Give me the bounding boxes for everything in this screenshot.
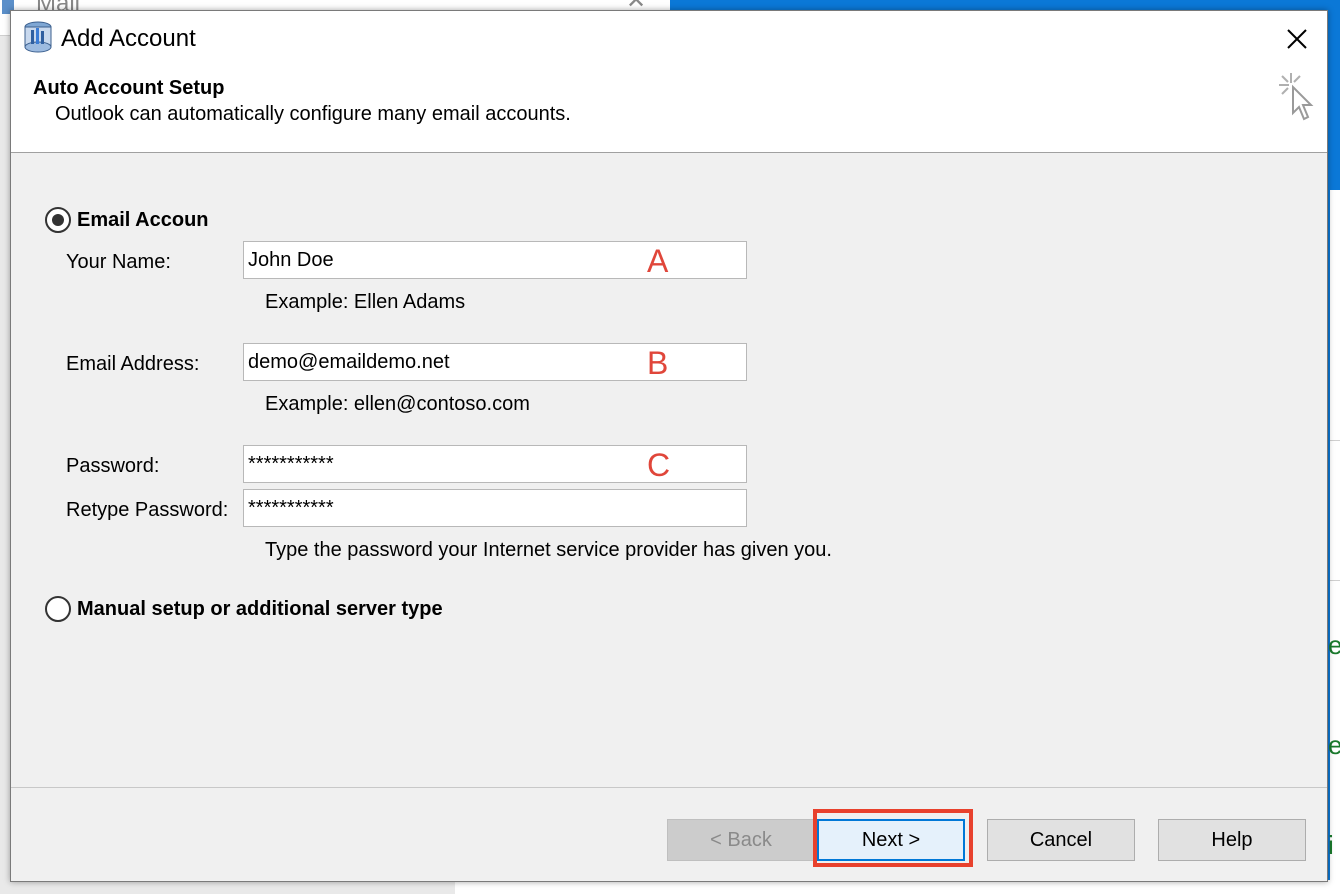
background-right-panel	[1330, 190, 1340, 894]
wizard-cursor-icon	[1279, 73, 1314, 121]
manual-setup-radio[interactable]	[45, 596, 71, 622]
your-name-input[interactable]	[243, 241, 747, 279]
close-icon	[1287, 29, 1307, 49]
background-divider	[1330, 580, 1340, 581]
email-account-label[interactable]: Email Accoun	[77, 209, 209, 232]
background-divider	[1330, 440, 1340, 441]
background-text-fragment: e	[1328, 630, 1340, 660]
annotation-marker-c: C	[647, 447, 671, 483]
password-input[interactable]	[243, 445, 747, 483]
background-text-fragment: i	[1328, 830, 1334, 860]
background-text-fragment: e	[1328, 730, 1340, 760]
section-subtitle: Outlook can automatically configure many…	[55, 103, 571, 125]
your-name-hint: Example: Ellen Adams	[265, 291, 466, 313]
help-button[interactable]: Help	[1158, 819, 1306, 861]
dialog-title: Add Account	[61, 25, 196, 52]
add-account-dialog: Add Account Auto Account Setup Outlook c…	[10, 10, 1328, 882]
section-title: Auto Account Setup	[33, 77, 225, 99]
background-bottom-strip	[455, 880, 1340, 894]
manual-setup-label[interactable]: Manual setup or additional server type	[77, 598, 443, 621]
email-address-hint: Example: ellen@contoso.com	[265, 393, 530, 415]
annotation-marker-a: A	[647, 243, 669, 279]
outlook-account-icon	[24, 21, 52, 53]
password-hint: Type the password your Internet service …	[265, 539, 832, 561]
close-button[interactable]	[1277, 19, 1317, 59]
footer-divider	[11, 787, 1327, 788]
email-address-label: Email Address:	[66, 353, 200, 375]
email-address-input[interactable]	[243, 343, 747, 381]
cancel-button[interactable]: Cancel	[987, 819, 1135, 861]
dialog-header: Add Account Auto Account Setup Outlook c…	[11, 11, 1327, 153]
retype-password-label: Retype Password:	[66, 499, 229, 521]
retype-password-input[interactable]	[243, 489, 747, 527]
back-button[interactable]: < Back	[667, 819, 815, 861]
password-label: Password:	[66, 455, 160, 477]
annotation-marker-b: B	[647, 345, 669, 381]
your-name-label: Your Name:	[66, 251, 171, 273]
next-button-highlight	[813, 809, 973, 867]
email-account-radio[interactable]	[45, 207, 71, 233]
